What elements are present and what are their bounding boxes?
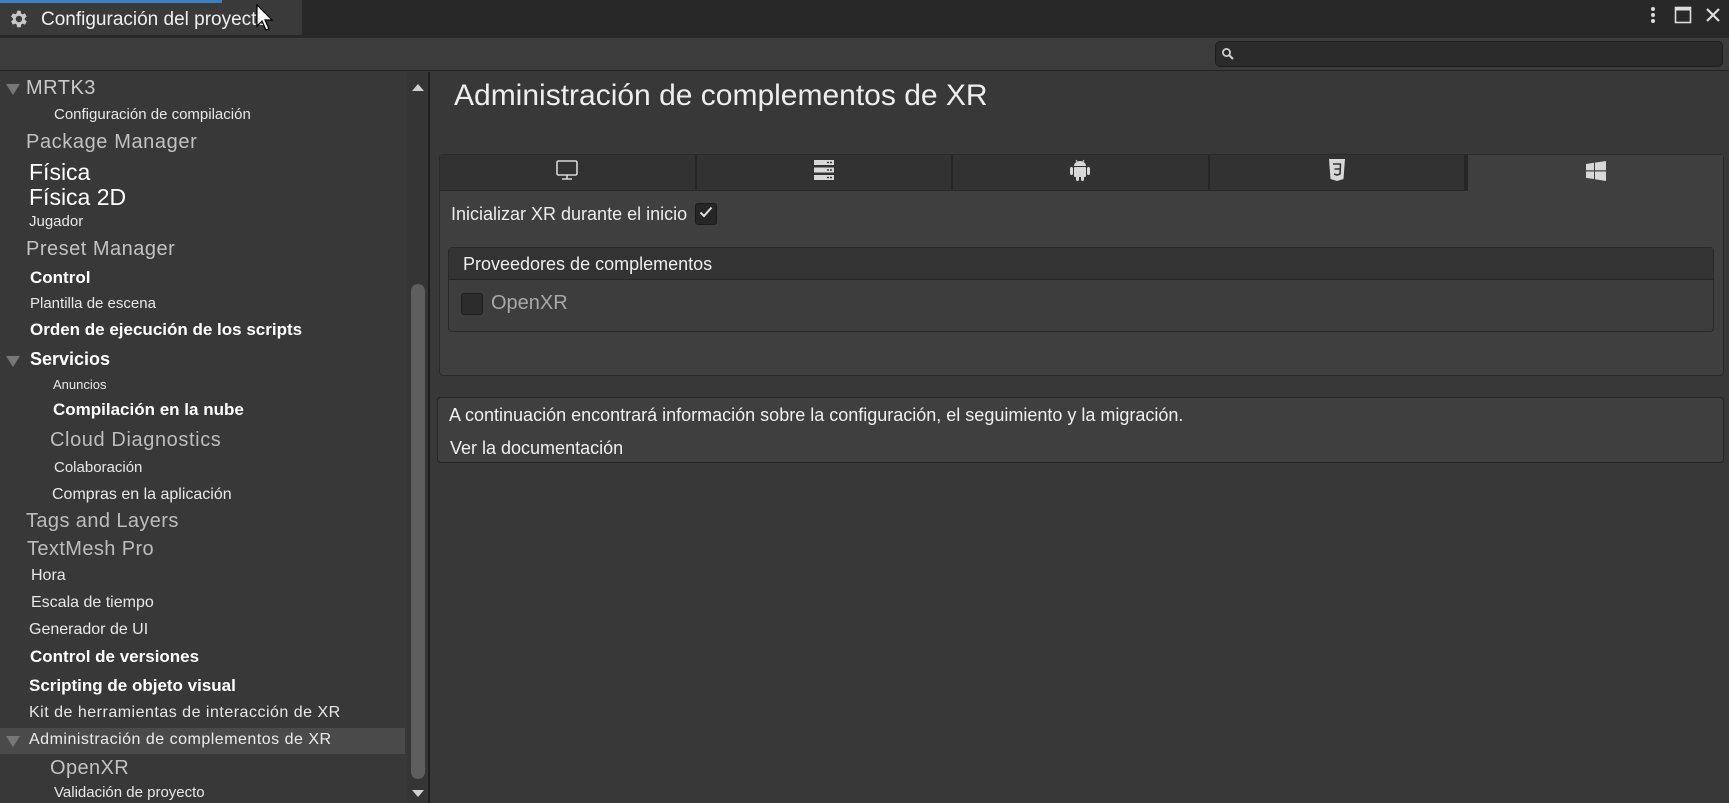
init-xr-label: Inicializar XR durante el inicio [451,203,688,224]
scroll-down-arrow-icon[interactable] [412,790,424,797]
window-title: Configuración del proyecto [41,9,268,30]
plugin-providers-panel: Proveedores de complementos OpenXR [448,247,1714,332]
tab-webgl[interactable] [1209,155,1467,191]
expand-arrow-icon[interactable] [6,736,20,747]
tab-windows-uwp[interactable] [1466,155,1723,191]
init-xr-row: Inicializar XR durante el inicio [451,203,718,225]
tab-standalone[interactable] [440,155,697,191]
sidebar-item-mrtk3[interactable]: MRTK3 [0,75,405,103]
sidebar-item-servicios[interactable]: Servicios [0,347,405,374]
info-box: A continuación encontrará información so… [437,397,1724,463]
maximize-button[interactable] [1673,6,1693,28]
scrollbar-thumb[interactable] [411,284,425,779]
sidebar-item-anuncios[interactable]: Anuncios [0,375,405,397]
checkmark-icon [699,205,713,223]
sidebar-item-preset-manager[interactable]: Preset Manager [0,236,405,264]
sidebar-item-textmesh-pro[interactable]: TextMesh Pro [0,536,405,564]
main-panel: Administración de complementos de XR Ini… [432,72,1729,803]
android-icon [1069,158,1091,187]
plugin-providers-header: Proveedores de complementos [449,248,1713,280]
sidebar-item-visual-scripting[interactable]: Scripting de objeto visual [0,674,405,701]
sidebar-item-xr-interaction-toolkit[interactable]: Kit de herramientas de interacción de XR [0,702,405,727]
settings-sidebar: MRTK3 Configuración de compilación Packa… [0,72,430,803]
sidebar-item-fisica-2d[interactable]: Física 2D [0,184,405,210]
sidebar-item-project-validation[interactable]: Validación de proyecto [0,782,405,803]
mouse-cursor-icon [256,3,274,37]
sidebar-item-in-app-purchases[interactable]: Compras en la aplicación [0,483,405,507]
title-bar: Configuración del proyecto [0,0,1729,38]
expand-arrow-icon[interactable] [6,84,20,95]
page-title: Administración de complementos de XR [454,79,988,112]
close-button[interactable] [1703,6,1723,28]
sidebar-item-version-control[interactable]: Control de versiones [0,645,405,672]
search-input[interactable] [1240,44,1710,64]
maximize-icon [1674,6,1692,29]
provider-openxr[interactable]: OpenXR [461,292,568,315]
sidebar-item-cloud-diagnostics[interactable]: Cloud Diagnostics [0,427,405,455]
gear-icon [7,8,29,30]
sidebar-item-tags-and-layers[interactable]: Tags and Layers [0,508,405,536]
sidebar-scrollbar[interactable] [407,72,428,803]
openxr-label: OpenXR [491,292,568,314]
sidebar-item-time-scale[interactable]: Escala de tiempo [0,592,405,617]
sidebar-item-fisica[interactable]: Física [0,159,405,185]
sidebar-item-xr-plugin-management[interactable]: Administración de complementos de XR [0,728,405,754]
windows-icon [1585,160,1606,186]
documentation-link[interactable]: Ver la documentación [450,438,623,459]
sidebar-item-openxr[interactable]: OpenXR [0,755,405,783]
close-icon [1705,7,1721,28]
plugin-providers-title: Proveedores de complementos [463,254,713,274]
sidebar-item-colaboracion[interactable]: Colaboración [0,457,405,481]
html5-icon [1328,158,1346,187]
more-options-button[interactable] [1643,6,1663,28]
kebab-menu-icon [1650,6,1656,29]
platform-settings-frame: Inicializar XR durante el inicio Proveed… [439,154,1724,376]
sidebar-item-package-manager[interactable]: Package Manager [0,129,405,157]
tab-dedicated-server[interactable] [696,155,954,191]
sidebar-item-build-config[interactable]: Configuración de compilación [0,104,405,128]
info-text: A continuación encontrará información so… [449,405,1184,425]
openxr-checkbox[interactable] [461,292,483,315]
toolbar [0,38,1729,71]
sidebar-item-script-execution-order[interactable]: Orden de ejecución de los scripts [0,318,405,346]
expand-arrow-icon[interactable] [6,356,20,367]
platform-tabs [440,155,1723,191]
server-icon [812,159,836,186]
sidebar-item-control[interactable]: Control [0,266,405,292]
scroll-up-arrow-icon[interactable] [412,84,424,91]
sidebar-item-jugador[interactable]: Jugador [0,211,405,235]
search-box[interactable] [1215,41,1723,67]
monitor-icon [555,158,579,187]
sidebar-item-ui-builder[interactable]: Generador de UI [0,619,405,644]
sidebar-item-hora[interactable]: Hora [0,565,405,590]
sidebar-item-cloud-build[interactable]: Compilación en la nube [0,398,405,425]
tab-android[interactable] [953,155,1210,191]
sidebar-item-scene-template[interactable]: Plantilla de escena [0,293,405,317]
init-xr-checkbox[interactable] [695,203,718,225]
